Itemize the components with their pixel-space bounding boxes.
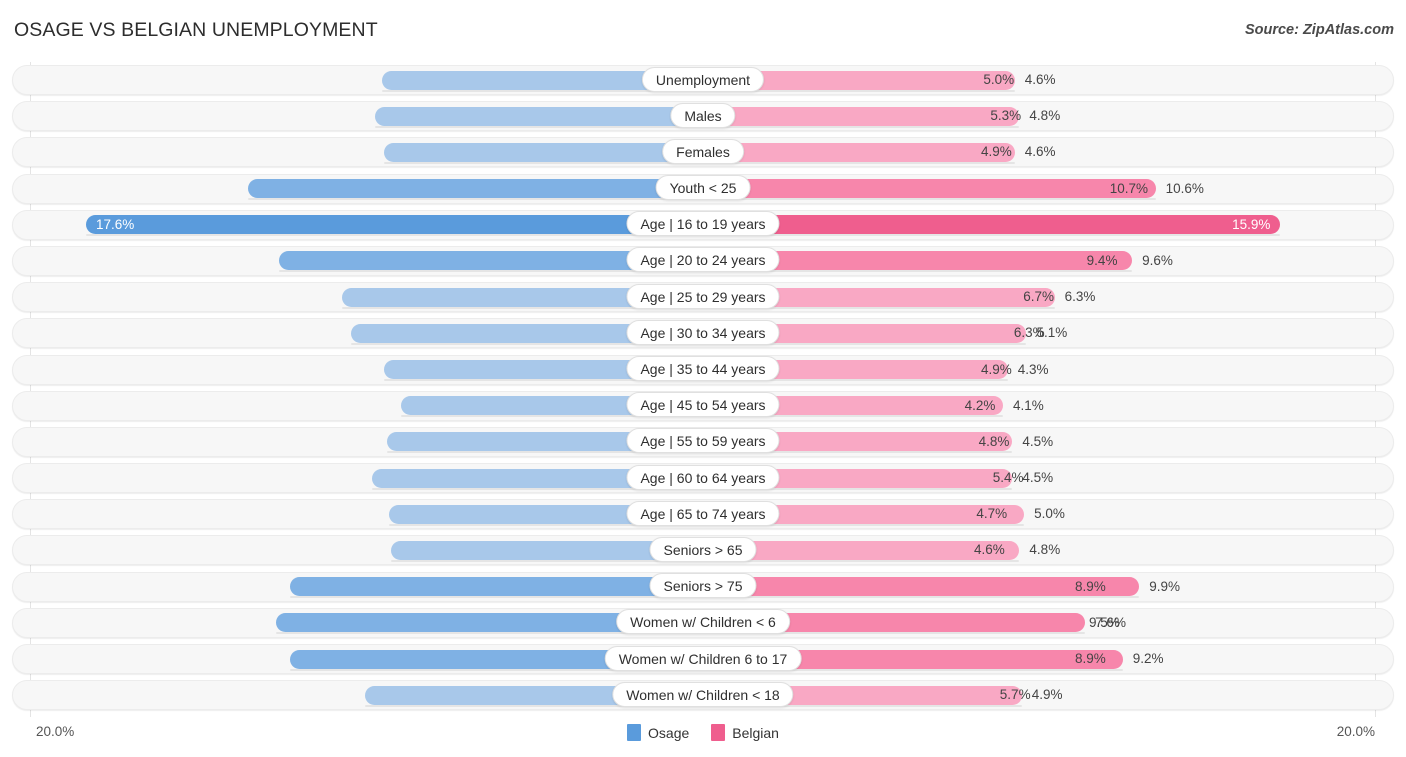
category-label-pill: Women w/ Children < 6 [616,609,790,635]
bar-belgian [703,215,1281,237]
source-attribution: Source: ZipAtlas.com [1244,22,1394,38]
value-label-belgian: 9.6% [1142,252,1173,268]
value-label-osage: 4.9% [981,361,1012,377]
bar-belgian [703,106,1020,128]
chart-legend: Osage Belgian [0,724,1406,741]
value-label-belgian: 10.6% [1165,180,1204,196]
bar-belgian [703,577,1140,599]
bar-belgian [703,179,1156,201]
value-label-belgian: 4.1% [1013,397,1044,413]
category-label-pill: Youth < 25 [655,175,751,201]
category-label-pill: Age | 60 to 64 years [626,464,780,490]
value-label-belgian: 4.5% [1022,433,1054,449]
category-label-pill: Age | 35 to 44 years [626,356,780,381]
value-label-osage: 5.3% [990,108,1022,124]
category-label-pill: Age | 20 to 24 years [626,247,780,273]
value-label-osage: 5.7% [999,687,1031,703]
legend-item[interactable]: Belgian [711,724,779,741]
value-label-belgian: 5.1% [1036,325,1068,341]
bar-row: 5.3% 4.8% Males [0,98,1406,134]
category-label-pill: Age | 65 to 74 years [626,500,780,526]
bar-row-list: 5.0% 4.6% Unemployment 5.3% 4.8% Males 4.9% 4.6… [0,62,1406,713]
bar-row: 4.7% 5.0% Age | 65 to 74 years [0,496,1406,532]
category-label-pill: Males [670,102,736,128]
bar-osage [86,215,703,237]
category-label-pill: Females [662,138,744,164]
value-label-osage: 17.6% [96,216,135,232]
bar-osage [248,179,703,201]
value-label-belgian: 7.6% [1095,614,1126,630]
value-label-osage: 4.9% [981,144,1012,160]
category-label-pill: Unemployment [641,66,765,92]
value-label-osage: 4.2% [964,397,996,413]
value-label-belgian: 4.6% [1024,72,1056,87]
value-label-belgian: 6.3% [1064,289,1096,305]
value-label-belgian: 4.5% [1022,470,1054,486]
value-label-belgian: 4.6% [1024,144,1056,160]
value-label-osage: 5.4% [992,470,1024,486]
value-label-osage: 8.9% [1074,651,1106,666]
category-label-pill: Age | 25 to 29 years [626,283,780,309]
category-label-pill: Age | 45 to 54 years [626,392,780,418]
value-label-belgian: 4.8% [1029,108,1061,124]
category-label-pill: Seniors > 75 [649,573,757,599]
value-label-osage: 10.7% [1109,180,1148,196]
value-label-belgian: 4.8% [1029,542,1061,558]
bar-row: 6.3% 5.1% Age | 30 to 34 years [0,315,1406,351]
bar-row: 17.6% 15.9% Age | 16 to 19 years [0,207,1406,243]
value-label-osage: 4.6% [973,542,1005,558]
value-label-osage: 4.8% [978,433,1010,449]
bar-osage [290,577,703,599]
legend-swatch-icon [711,724,726,741]
bar-row: 4.2% 4.1% Age | 45 to 54 years [0,388,1406,424]
chart-plot-area: 5.0% 4.6% Unemployment 5.3% 4.8% Males 4.9% 4.6… [0,62,1406,717]
value-label-osage: 8.9% [1074,578,1106,594]
legend-item[interactable]: Osage [627,724,689,741]
bar-row: 5.7% 4.9% Women w/ Children < 18 [0,677,1406,713]
bar-row: 4.8% 4.5% Age | 55 to 59 years [0,424,1406,460]
category-label-pill: Women w/ Children 6 to 17 [604,645,802,671]
bar-row: 9.4% 9.6% Age | 20 to 24 years [0,243,1406,279]
legend-label: Osage [648,724,690,741]
bar-row: 4.9% 4.3% Age | 35 to 44 years [0,352,1406,388]
category-label-pill: Women w/ Children < 18 [612,681,794,707]
value-label-belgian: 9.2% [1132,651,1164,666]
legend-swatch-icon [627,724,642,741]
bar-row: 4.6% 4.8% Seniors > 65 [0,532,1406,568]
bar-row: 8.9% 9.2% Women w/ Children 6 to 17 [0,641,1406,677]
value-label-osage: 6.7% [1023,289,1055,305]
legend-label: Belgian [732,724,779,741]
category-label-pill: Age | 55 to 59 years [626,428,780,454]
bar-row: 10.7% 10.6% Youth < 25 [0,171,1406,207]
bar-osage [374,106,704,128]
value-label-belgian: 9.9% [1149,578,1180,594]
bar-row: 5.4% 4.5% Age | 60 to 64 years [0,460,1406,496]
category-label-pill: Age | 30 to 34 years [626,319,780,345]
bar-row: 9.5% 7.6% Women w/ Children < 6 [0,605,1406,641]
page-title: OSAGE VS BELGIAN UNEMPLOYMENT [14,19,378,41]
category-label-pill: Age | 16 to 19 years [626,211,780,237]
bar-row: 6.7% 6.3% Age | 25 to 29 years [0,279,1406,315]
value-label-osage: 9.4% [1086,252,1118,268]
value-label-osage: 4.7% [976,506,1008,522]
value-label-belgian: 5.0% [1034,506,1065,522]
value-label-belgian: 15.9% [1232,216,1271,232]
bar-row: 8.9% 9.9% Seniors > 75 [0,569,1406,605]
bar-row: 5.0% 4.6% Unemployment [0,62,1406,98]
value-label-belgian: 4.9% [1031,687,1063,703]
chart-footer: 20.0% 20.0% Osage Belgian [0,717,1406,757]
value-label-osage: 5.0% [983,72,1015,87]
bar-row: 4.9% 4.6% Females [0,134,1406,170]
bar-osage [384,142,703,164]
value-label-belgian: 4.3% [1017,361,1049,377]
category-label-pill: Seniors > 65 [649,536,757,562]
chart-header: OSAGE VS BELGIAN UNEMPLOYMENT Source: Zi… [0,0,1406,60]
bar-belgian [703,142,1015,164]
